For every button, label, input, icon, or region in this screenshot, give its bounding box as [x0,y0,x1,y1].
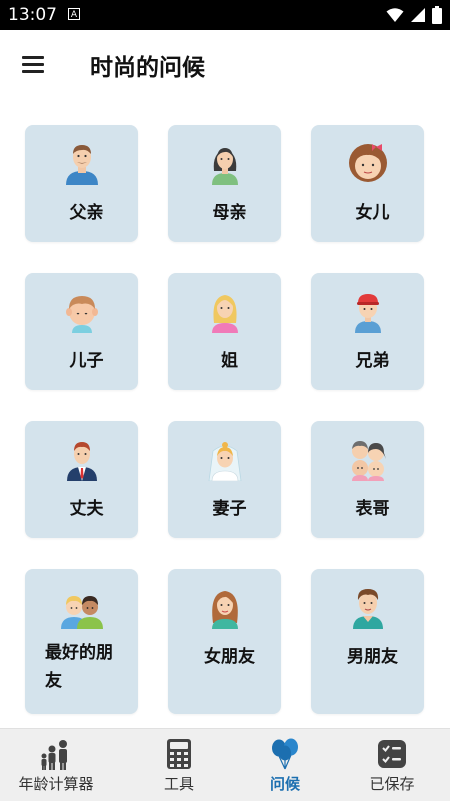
father-avatar-icon [65,145,98,185]
daughter-avatar-icon [348,144,387,182]
notification-icon: A [68,8,80,20]
status-bar: 13:07 A [0,0,450,30]
checklist-icon [378,740,406,768]
girlfriend-avatar-icon [211,591,238,629]
sister-avatar-icon [211,295,238,333]
category-label: 儿子 [69,351,104,371]
category-card-mother[interactable]: 母亲 [168,125,281,242]
greeting-category-grid: 父亲 母亲 女儿 儿子 姐 兄弟 丈夫 妻子 表哥 最好的朋友 女朋友 男朋友 [0,102,450,728]
balloons-icon [272,738,298,770]
nav-label: 问候 [269,775,300,793]
calculator-icon [167,739,191,769]
category-card-daughter[interactable]: 女儿 [311,125,424,242]
brother-avatar-icon [354,294,381,333]
category-label: 父亲 [69,203,104,223]
cousin-avatar-icon [351,441,386,481]
category-label: 姐 [221,351,238,371]
nav-label: 年龄计算器 [18,775,94,793]
category-label: 兄弟 [355,351,390,371]
category-card-cousin[interactable]: 表哥 [311,421,424,538]
category-label: 女儿 [355,203,390,223]
nav-age-calculator[interactable]: 年龄计算器 [0,729,112,801]
page-title: 时尚的问候 [90,55,205,81]
category-label: 表哥 [355,499,390,519]
category-label: 丈夫 [69,499,104,519]
category-card-best-friend[interactable]: 最好的朋友 [25,569,138,714]
nav-greetings[interactable]: 问候 [229,729,341,801]
app-bar: 时尚的问候 [0,30,450,102]
category-label: 最好的朋友 [45,643,113,691]
mother-avatar-icon [211,148,238,185]
best-friends-avatar-icon [60,596,103,629]
category-card-sister[interactable]: 姐 [168,273,281,390]
battery-icon [432,6,442,24]
nav-saved[interactable]: 已保存 [336,729,448,801]
category-card-son[interactable]: 儿子 [25,273,138,390]
family-icon [41,740,67,770]
category-card-brother[interactable]: 兄弟 [311,273,424,390]
category-label: 母亲 [212,203,247,223]
nav-tools[interactable]: 工具 [123,729,235,801]
hamburger-menu-icon[interactable] [16,50,50,80]
nav-label: 已保存 [369,775,415,793]
cellular-signal-icon [411,8,425,22]
son-avatar-icon [65,296,98,333]
category-card-boyfriend[interactable]: 男朋友 [311,569,424,714]
category-label: 男朋友 [347,647,398,667]
category-label: 女朋友 [204,647,255,667]
husband-avatar-icon [66,442,97,481]
nav-label: 工具 [163,775,194,793]
system-icons [386,6,442,24]
wife-avatar-icon [208,442,241,481]
category-card-girlfriend[interactable]: 女朋友 [168,569,281,714]
category-card-wife[interactable]: 妻子 [168,421,281,538]
category-card-father[interactable]: 父亲 [25,125,138,242]
status-time: 13:07 [8,5,57,25]
boyfriend-avatar-icon [352,589,383,629]
category-label: 妻子 [212,499,247,519]
category-card-husband[interactable]: 丈夫 [25,421,138,538]
wifi-icon [386,8,404,22]
bottom-navigation: 年龄计算器 工具 问候 已保存 [0,728,450,801]
